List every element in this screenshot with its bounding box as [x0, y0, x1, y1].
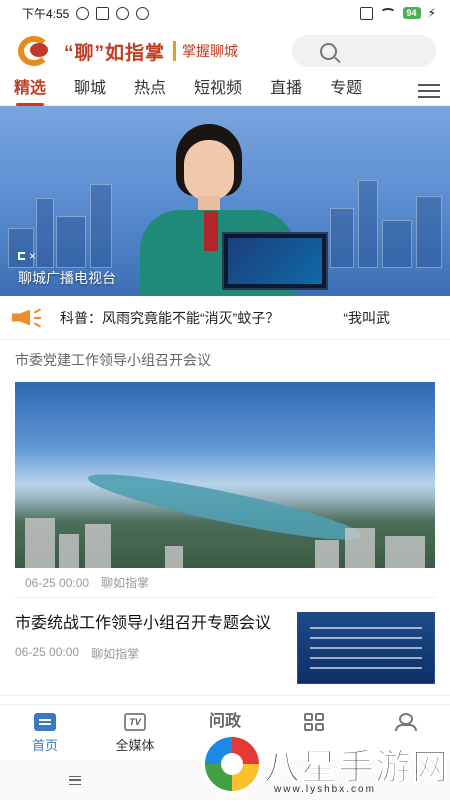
status-time: 下午4:55	[22, 6, 70, 21]
nav-home-label: 首页	[31, 738, 58, 753]
article-meta: 06-25 00:00 聊如指掌	[15, 645, 279, 662]
brand-slogan: 掌握聊城	[173, 41, 238, 61]
brand-title: “聊”如指掌	[64, 42, 166, 64]
nav-all-media[interactable]: TV 全媒体	[90, 705, 180, 760]
tab-short-video[interactable]: 短视频	[194, 76, 242, 106]
status-bar: 下午4:55 94 ⚡	[0, 0, 450, 26]
article-date: 06-25 00:00	[15, 645, 80, 659]
location-icon	[116, 6, 130, 20]
wifi-icon	[379, 8, 396, 18]
tab-hot[interactable]: 热点	[134, 76, 166, 106]
sim-icon	[359, 6, 373, 20]
article-card[interactable]: 市委统战工作领导小组召开专题会议 06-25 00:00 聊如指掌	[0, 598, 450, 696]
tab-liaocheng[interactable]: 聊城	[74, 76, 106, 106]
news-ticker[interactable]: 科普：风雨究竟能不能“消灭”蚊子？ “我叫武	[0, 296, 450, 340]
search-icon	[320, 42, 337, 60]
horn-icon	[12, 307, 42, 329]
tv-icon: TV	[124, 713, 146, 731]
charging-icon: ⚡	[427, 6, 436, 20]
battery-icon: 94	[402, 7, 421, 19]
tab-special[interactable]: 专题	[330, 76, 362, 106]
sync-icon	[136, 6, 150, 20]
home-icon	[34, 713, 56, 731]
article-meta: 06-25 00:00 聊如指掌	[15, 568, 435, 598]
article-thumbnail[interactable]	[297, 612, 435, 684]
watermark-text: 八星手游网	[263, 747, 450, 789]
article-date: 06-25 00:00	[25, 575, 90, 590]
watermark-logo-icon	[202, 734, 262, 794]
search-box[interactable]	[292, 35, 436, 67]
video-caption: 聊城广播电视台	[18, 270, 116, 286]
tab-live[interactable]: 直播	[270, 76, 302, 106]
app-root: 下午4:55 94 ⚡ “聊”如指掌 掌握聊城 精选 聊城 热点 短视频 直播 …	[0, 0, 450, 800]
article-image[interactable]	[15, 382, 435, 568]
system-menu-icon[interactable]	[69, 775, 81, 785]
mute-icon[interactable]: ×	[18, 248, 38, 264]
notification-icon	[76, 6, 90, 20]
live-video-player[interactable]: × 聊城广播电视台	[0, 106, 450, 296]
app-notification-icon	[96, 6, 110, 20]
article-title[interactable]: 市委统战工作领导小组召开专题会议	[15, 612, 279, 635]
status-right: 94 ⚡	[359, 6, 436, 20]
app-logo-icon	[16, 33, 56, 69]
channel-menu-icon[interactable]	[418, 83, 440, 98]
article-source: 聊如指掌	[91, 647, 140, 661]
article-card-large[interactable]: 市委党建工作领导小组召开会议 06-25 00:00 聊如指掌	[0, 340, 450, 598]
status-left: 下午4:55	[22, 5, 150, 22]
tab-featured[interactable]: 精选	[14, 76, 46, 106]
article-source: 聊如指掌	[101, 576, 150, 590]
watermark-url: www.lyshbx.com	[274, 784, 376, 795]
ticker-text[interactable]: 科普：风雨究竟能不能“消灭”蚊子？	[60, 308, 279, 328]
nav-all-media-label: 全媒体	[115, 738, 155, 753]
channel-tabs: 精选 聊城 热点 短视频 直播 专题	[0, 76, 450, 106]
studio-monitor	[222, 232, 328, 290]
ticker-next-text[interactable]: “我叫武	[343, 308, 390, 328]
article-title[interactable]: 市委党建工作领导小组召开会议	[15, 350, 435, 370]
nav-home[interactable]: 首页	[0, 705, 90, 760]
app-header: “聊”如指掌 掌握聊城	[0, 26, 450, 76]
site-watermark: 八星手游网 www.lyshbx.com	[200, 722, 450, 800]
